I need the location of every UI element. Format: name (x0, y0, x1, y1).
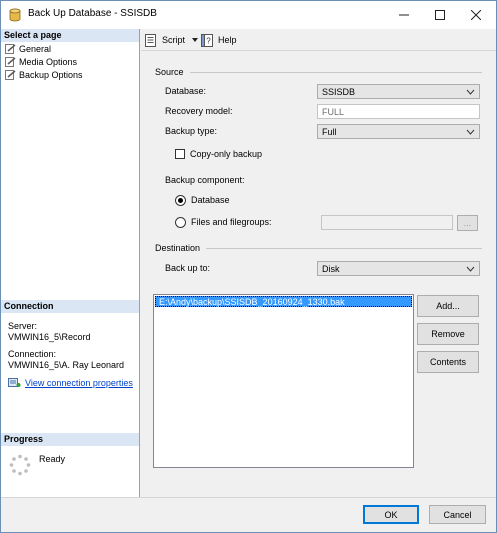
maximize-icon (435, 10, 445, 20)
connection-value: VMWIN16_5\A. Ray Leonard (8, 360, 125, 370)
toolbar: Script ? Help (141, 29, 496, 51)
wrench-page-icon (5, 69, 16, 80)
general-page-content: Source Database: SSISDB Recovery model: … (141, 52, 496, 496)
chevron-down-icon (466, 89, 475, 95)
progress-spinner-icon (9, 454, 31, 476)
maximize-button[interactable] (422, 1, 458, 29)
properties-icon (8, 378, 21, 387)
component-files-radio[interactable] (175, 217, 186, 228)
contents-button[interactable]: Contents (417, 351, 479, 373)
page-item-media-options[interactable]: Media Options (5, 55, 77, 68)
minimize-icon (399, 14, 409, 16)
ok-button[interactable]: OK (363, 505, 419, 524)
list-item[interactable]: E:\Andy\backup\SSISDB_20160924_1330.bak (155, 296, 412, 307)
database-label: Database: (165, 86, 207, 96)
help-book-icon: ? (201, 33, 213, 47)
source-header-label: Source (155, 67, 184, 77)
add-button[interactable]: Add... (417, 295, 479, 317)
window-title: Back Up Database - SSISDB (28, 8, 157, 19)
component-database-label[interactable]: Database (191, 195, 230, 205)
page-item-label: General (19, 43, 52, 54)
backup-database-dialog: Back Up Database - SSISDB Select a page … (0, 0, 497, 533)
recovery-model-field: FULL (317, 104, 480, 119)
connection-header: Connection (1, 300, 139, 313)
source-group-header: Source (155, 67, 482, 77)
close-button[interactable] (458, 1, 494, 29)
copy-only-label[interactable]: Copy-only backup (190, 149, 262, 159)
destination-file-list[interactable]: E:\Andy\backup\SSISDB_20160924_1330.bak (153, 294, 414, 468)
page-item-backup-options[interactable]: Backup Options (5, 68, 83, 81)
server-label: Server: (8, 321, 38, 331)
title-bar: Back Up Database - SSISDB (1, 1, 496, 29)
page-item-label: Backup Options (19, 69, 83, 80)
filegroups-field (321, 215, 453, 230)
script-button[interactable]: Script (145, 32, 199, 48)
server-value: VMWIN16_5\Record (8, 332, 91, 342)
minimize-button[interactable] (386, 1, 422, 29)
cancel-button[interactable]: Cancel (429, 505, 486, 524)
database-dropdown[interactable]: SSISDB (317, 84, 480, 99)
divider (189, 71, 482, 73)
filegroups-browse-button[interactable]: ... (457, 215, 478, 231)
script-label: Script (162, 35, 186, 45)
component-files-label[interactable]: Files and filegroups: (191, 217, 272, 227)
left-panel: Select a page General Media Options Back… (1, 29, 140, 497)
remove-button[interactable]: Remove (417, 323, 479, 345)
progress-status: Ready (39, 454, 66, 464)
backup-type-dropdown[interactable]: Full (317, 124, 480, 139)
close-icon (471, 10, 481, 20)
progress-header: Progress (1, 433, 139, 446)
divider (206, 247, 482, 249)
chevron-down-icon (192, 38, 199, 42)
chevron-down-icon (466, 266, 475, 272)
help-label: Help (218, 35, 237, 45)
recovery-model-label: Recovery model: (165, 106, 233, 116)
svg-text:?: ? (206, 36, 211, 45)
backup-type-label: Backup type: (165, 126, 218, 136)
connection-label: Connection: (8, 349, 57, 359)
backup-component-label: Backup component: (165, 175, 245, 185)
help-button[interactable]: ? Help (201, 32, 237, 48)
database-icon (9, 8, 21, 22)
destination-header-label: Destination (155, 243, 201, 253)
copy-only-checkbox[interactable] (175, 149, 185, 159)
backup-to-value: Disk (322, 263, 340, 274)
page-item-label: Media Options (19, 56, 78, 67)
chevron-down-icon (466, 129, 475, 135)
dialog-footer: OK Cancel (1, 497, 496, 532)
script-icon (145, 33, 156, 47)
select-page-header: Select a page (1, 29, 139, 42)
backup-to-dropdown[interactable]: Disk (317, 261, 480, 276)
wrench-page-icon (5, 43, 16, 54)
page-item-general[interactable]: General (5, 42, 51, 55)
destination-group-header: Destination (155, 243, 482, 253)
wrench-page-icon (5, 56, 16, 67)
backup-type-value: Full (322, 126, 337, 137)
component-database-radio[interactable] (175, 195, 186, 206)
backup-to-label: Back up to: (165, 263, 211, 273)
view-connection-link-label: View connection properties (25, 377, 133, 388)
database-value: SSISDB (322, 86, 356, 97)
view-connection-properties-link[interactable]: View connection properties (8, 377, 133, 388)
